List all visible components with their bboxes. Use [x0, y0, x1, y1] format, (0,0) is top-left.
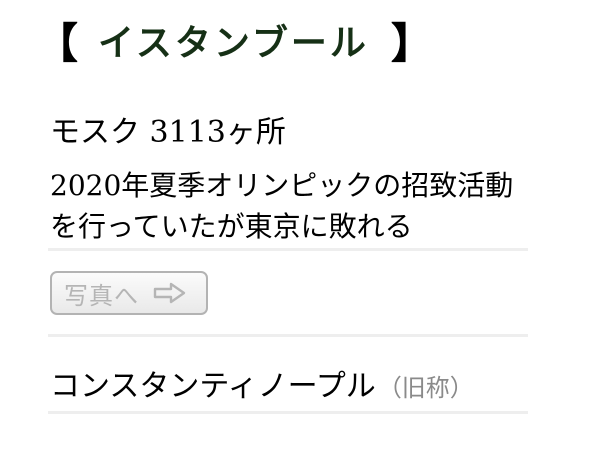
- former-name-text: コンスタンティノープル: [50, 369, 376, 404]
- former-name-note: （旧称）: [377, 374, 474, 402]
- olympic-bid-text-line-1: 2020年夏季オリンピックの招致活動: [50, 169, 514, 202]
- right-bracket: 】: [390, 19, 433, 68]
- divider: [48, 334, 528, 337]
- right-arrow-icon: [153, 282, 186, 304]
- page-title: 【 イスタンブール 】: [36, 16, 433, 72]
- left-bracket: 【: [36, 19, 79, 68]
- divider: [48, 411, 528, 414]
- olympic-bid-text-line-2: を行っていたが東京に敗れる: [50, 210, 413, 243]
- divider: [48, 248, 528, 251]
- city-name: イスタンブール: [98, 23, 369, 64]
- go-to-photos-button[interactable]: 写真へ: [50, 271, 208, 315]
- former-name: コンスタンティノープル（旧称）: [50, 372, 474, 402]
- mosque-count-text: モスク 3113ヶ所: [50, 115, 286, 150]
- photo-button-label: 写真へ: [64, 281, 139, 310]
